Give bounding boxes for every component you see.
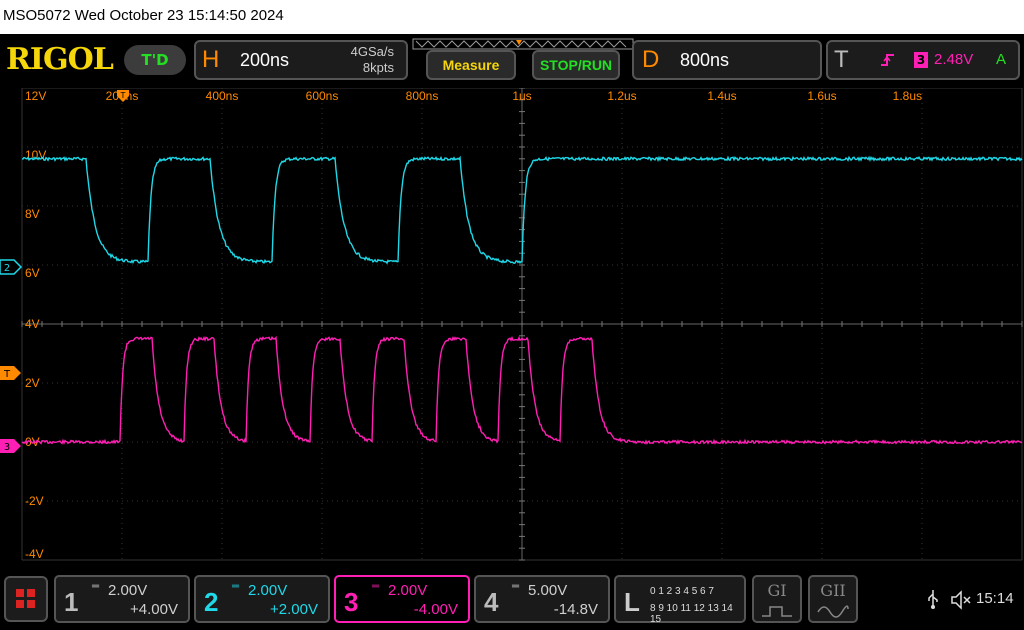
usb-icon (928, 590, 938, 609)
speaker-mute-icon[interactable] (950, 590, 972, 610)
time-tick-label: 400ns (206, 89, 239, 103)
channel-1-number: 1 (64, 587, 79, 617)
top-control-bar: RIGOL T'D H 200ns 4GSa/s 8kpts Measure S… (0, 34, 1024, 86)
generator-1-label: GI (767, 581, 787, 600)
ch3-tick-label: 2V (25, 376, 40, 390)
sine-wave-icon (817, 605, 849, 618)
trigger-delay-mode-button[interactable]: T'D (124, 45, 186, 75)
stop-run-button[interactable]: STOP/RUN (532, 50, 620, 80)
trigger-level: 2.48V (934, 51, 974, 68)
measure-button[interactable]: Measure (426, 50, 516, 80)
bottom-channel-bar: 1 ═ 2.00V +4.00V 2 ═ 2.00V +2.00V 3 ═ 2.00V -4.00V 4… (0, 570, 1024, 630)
ch3-marker-label: 3 (4, 442, 10, 453)
dc-coupling-icon: ═ (512, 581, 520, 592)
channel-4-panel[interactable]: 4 ═ 5.00V -14.8V (474, 575, 610, 623)
trigger-letter: T (834, 46, 849, 73)
delay-letter: D (642, 46, 660, 73)
channel-2-offset: +2.00V (270, 601, 318, 618)
trigger-mode: A (995, 51, 1006, 68)
ch3-tick-label: -2V (25, 494, 44, 508)
memory-depth: 8kpts (362, 60, 394, 75)
channel-3-offset: -4.00V (413, 601, 458, 618)
delay-panel[interactable]: D 800ns (632, 40, 822, 80)
logic-channels-row1: 0 1 2 3 4 5 6 7 (650, 586, 714, 597)
ch2-tick-label: 6V (25, 266, 40, 280)
time-tick-label: 800ns (406, 89, 439, 103)
waveform-display[interactable]: 200ns400ns600ns800ns1us1.2us1.4us1.6us1.… (0, 88, 1024, 568)
time-tick-label: 1.8us (893, 89, 922, 103)
time-tick-label: 1.4us (707, 89, 736, 103)
dc-coupling-icon: ═ (372, 581, 380, 592)
channel-1-panel[interactable]: 1 ═ 2.00V +4.00V (54, 575, 190, 623)
time-tick-label: 600ns (306, 89, 339, 103)
delay-value: 800ns (680, 50, 730, 70)
sample-rate: 4GSa/s (350, 44, 394, 59)
ch2-tick-label: 12V (25, 89, 46, 103)
grid-menu-icon (16, 589, 35, 608)
time-tick-label: 1.2us (607, 89, 636, 103)
rising-edge-icon (881, 54, 894, 66)
channel-2-number: 2 (204, 587, 219, 617)
channel-3-number: 3 (344, 587, 359, 617)
timebase-value: 200ns (240, 50, 290, 70)
channel-2-panel[interactable]: 2 ═ 2.00V +2.00V (194, 575, 330, 623)
ch2-tick-label: 10V (25, 148, 46, 162)
channel-2-scale: 2.00V (248, 582, 288, 599)
channel-4-number: 4 (484, 587, 499, 617)
svg-text:T: T (120, 91, 126, 100)
trigger-panel[interactable]: T 3 2.48V A (826, 40, 1020, 80)
channel-1-offset: +4.00V (130, 601, 178, 618)
ch3-tick-label: -4V (25, 547, 44, 561)
generator-2-button[interactable]: GII (808, 575, 858, 623)
channel-3-scale: 2.00V (388, 582, 428, 599)
channel-4-offset: -14.8V (553, 601, 598, 618)
dc-coupling-icon: ═ (232, 581, 240, 592)
trigger-source-badge: 3 (914, 52, 928, 68)
ch2-marker-label: 2 (4, 263, 10, 274)
waveform-position-strip (412, 38, 634, 50)
rigol-logo: RIGOL (6, 42, 114, 77)
logic-channels-row2: 8 9 10 11 12 13 14 15 (650, 603, 733, 625)
pulse-wave-icon (762, 606, 792, 617)
menu-button[interactable] (4, 576, 48, 622)
logic-letter: L (624, 587, 640, 617)
horizontal-panel[interactable]: H 200ns 4GSa/s 8kpts (194, 40, 408, 80)
trigger-marker-label: T (3, 369, 11, 380)
clock: 15:14 (976, 590, 1014, 607)
ch2-tick-label: 8V (25, 207, 40, 221)
channel-3-panel[interactable]: 3 ═ 2.00V -4.00V (334, 575, 470, 623)
generator-1-button[interactable]: GI (752, 575, 802, 623)
horizontal-letter: H (202, 46, 220, 73)
window-title-bar: MSO5072 Wed October 23 15:14:50 2024 (0, 0, 1024, 34)
channel-4-scale: 5.00V (528, 582, 568, 599)
generator-2-label: GII (820, 581, 846, 600)
logic-analyzer-panel[interactable]: L 0 1 2 3 4 5 6 7 8 9 10 11 12 13 14 15 (614, 575, 746, 625)
dc-coupling-icon: ═ (92, 581, 100, 592)
time-tick-label: 1.6us (807, 89, 836, 103)
time-tick-label: 1us (512, 89, 531, 103)
ch3-tick-label: 4V (25, 317, 40, 331)
channel-1-scale: 2.00V (108, 582, 148, 599)
